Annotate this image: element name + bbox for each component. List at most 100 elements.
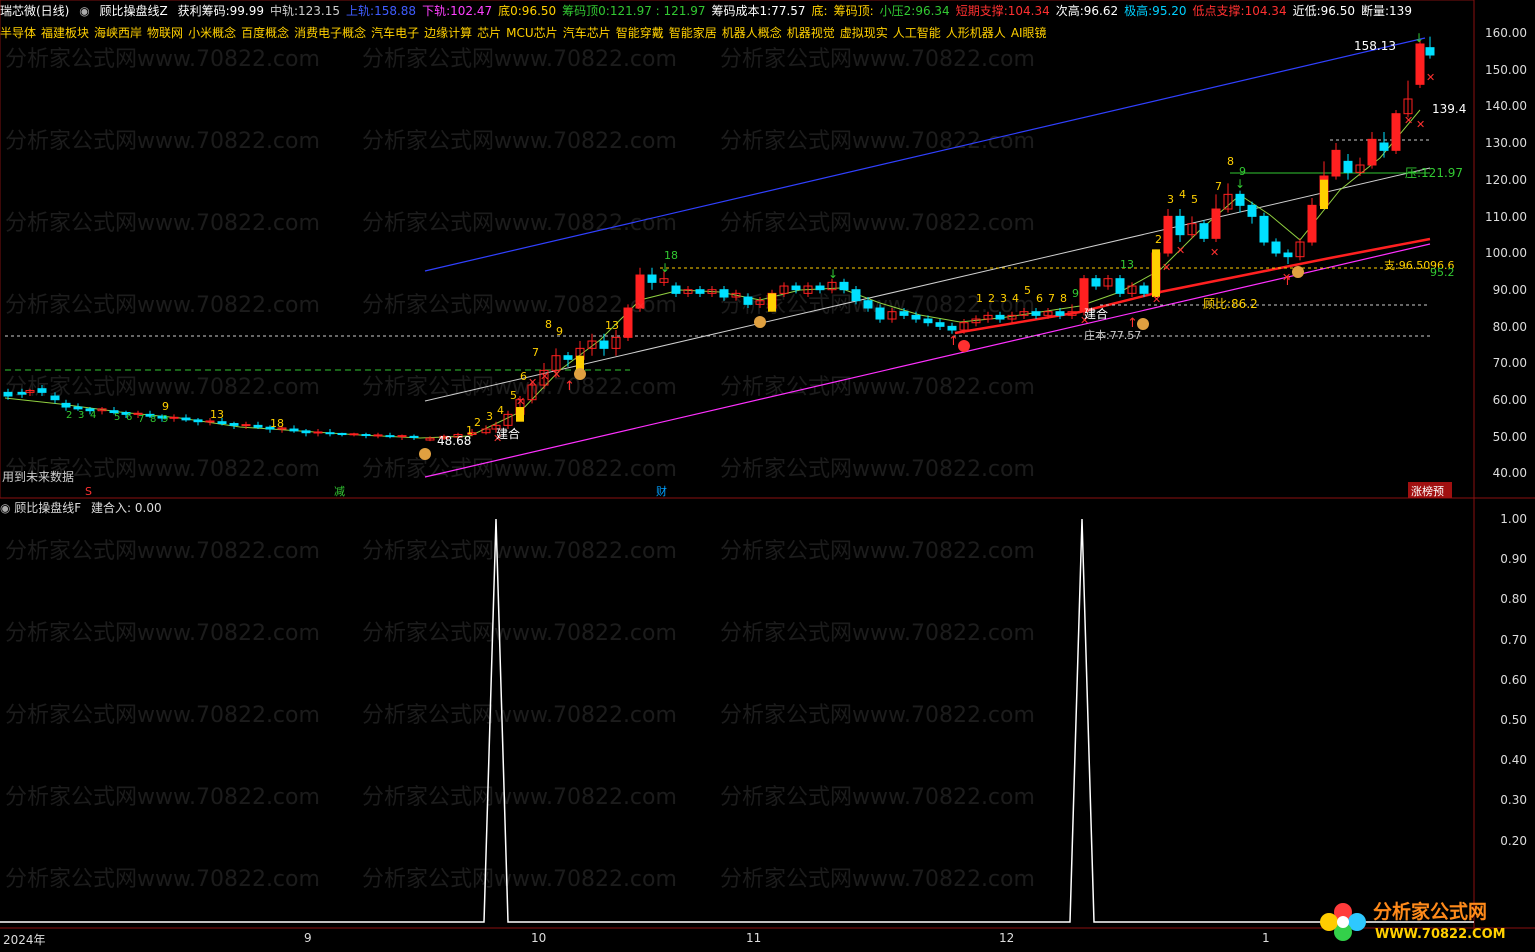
sell-cross-icon: ✕ [528,376,537,389]
sequence-number: 3 [1000,292,1007,305]
sequence-number: 1 [976,292,983,305]
logo-url: WWW.70822.COM [1375,927,1506,942]
candle-body [361,434,371,437]
date-tick: 12 [999,931,1015,945]
sequence-number: 6 [520,370,527,383]
sequence-number: 9 [556,325,563,338]
watermark-text: 分析家公式网www.70822.com [5,785,320,810]
candle-body [947,325,957,331]
sell-cross-icon: ✕ [1210,246,1219,259]
watermark-text: 分析家公式网www.70822.com [720,211,1035,236]
candle-body [563,355,573,360]
candle-body [17,391,27,395]
candle-body [1235,193,1245,206]
sub-tick: 1.00 [1500,512,1527,526]
candle-body [397,435,407,438]
bottom-marker: 财 [656,484,667,498]
price-tick: 90.00 [1492,282,1527,297]
candle-body [743,296,753,305]
money-bag-icon [574,368,586,380]
flower-logo-icon [1320,903,1366,941]
sequence-number: 8 [150,414,156,425]
watermark-text: 分析家公式网www.70822.com [362,703,677,728]
sub-tick: 0.20 [1500,833,1527,848]
candle-body [1367,138,1377,166]
low-price-label: 48.68 [437,434,471,448]
candle-body [301,430,311,434]
sequence-number: 8 [545,318,552,331]
highlight-candle [516,407,524,422]
price-139-label: 139.4 [1432,102,1466,116]
sell-cross-icon: ✕ [1404,114,1413,127]
candle-body [875,307,885,320]
candle-body [1307,204,1317,243]
sub-tick: 0.70 [1500,632,1527,647]
down-arrow-icon: ↓ [1414,31,1424,45]
candle-body [73,406,83,410]
watermark-text: 分析家公式网www.70822.com [720,867,1035,892]
sequence-number: 5 [114,412,120,423]
candle-body [217,421,227,425]
jianhe-label: 建合 [496,426,520,441]
high-price-label: 158.13 [1354,39,1396,53]
candle-body [181,417,191,421]
candle-body [193,419,203,423]
cost-label: 庄本:77.57 [1084,328,1141,342]
price-tick: 150.00 [1485,62,1527,77]
candle-body [1379,142,1389,151]
candle-body [1055,311,1065,316]
candle-body [205,420,215,423]
sell-cross-icon: ✕ [636,300,645,313]
sequence-number: 7 [138,414,144,425]
watermark-text: 分析家公式网www.70822.com [5,621,320,646]
watermark-text: 分析家公式网www.70822.com [720,375,1035,400]
sell-cross-icon: ✕ [1416,118,1425,131]
candle-body [1415,43,1425,85]
sub-tick: 0.90 [1500,552,1527,567]
watermark-text: 分析家公式网www.70822.com [720,785,1035,810]
sequence-number: 13 [1120,258,1134,271]
candle-body [923,318,933,324]
price-tick: 130.00 [1485,136,1527,151]
price-tick: 140.00 [1485,99,1527,114]
sell-cross-icon: ✕ [540,370,549,383]
sub-tick: 0.30 [1500,793,1527,808]
money-bag-icon [1292,266,1304,278]
sequence-number: 8 [1227,155,1234,168]
sequence-number: 7 [1048,292,1055,305]
sub-indicator-value: 建合入: 0.00 [91,501,162,515]
candle-body [1391,113,1401,151]
money-bag-icon [419,448,431,460]
future-data-label: 用到未来数据 [2,469,74,484]
candle-body [1139,285,1149,294]
candle-body [1259,215,1269,243]
candle-body [995,314,1005,320]
price-tick: 40.00 [1492,466,1527,481]
sequence-number: 18 [270,417,284,430]
sub-indicator-name[interactable]: 顾比操盘线F [14,501,81,515]
candle-body [1271,241,1281,254]
price-tick: 110.00 [1485,209,1527,224]
sequence-number: 7 [1215,180,1222,193]
bottom-marker: 涨榜预 [1411,484,1444,498]
watermark-text: 分析家公式网www.70822.com [362,621,677,646]
candle-body [647,274,657,283]
collapse-icon[interactable]: ◉ [0,501,14,515]
upper-band-line [424,37,1426,272]
sell-cross-icon: ✕ [1162,261,1171,274]
support-label: 支:96.50 [1384,259,1430,272]
sequence-number: 9 [162,400,169,413]
candle-body [241,424,251,427]
sequence-number: 13 [605,319,619,332]
sequence-number: 5 [1191,193,1198,206]
price-chart[interactable]: 分析家公式网www.70822.com 分析家公式网www.70822.com 分析… [0,0,1535,952]
candle-body [899,311,909,316]
candle-body [50,395,60,401]
sequence-number: 2 [988,292,995,305]
lower-band-line [424,243,1431,478]
sub-tick: 0.80 [1500,592,1527,607]
sequence-number: 9 [162,414,168,425]
candle-body [791,285,801,291]
candle-body [1031,311,1041,316]
candle-body [1331,149,1341,177]
